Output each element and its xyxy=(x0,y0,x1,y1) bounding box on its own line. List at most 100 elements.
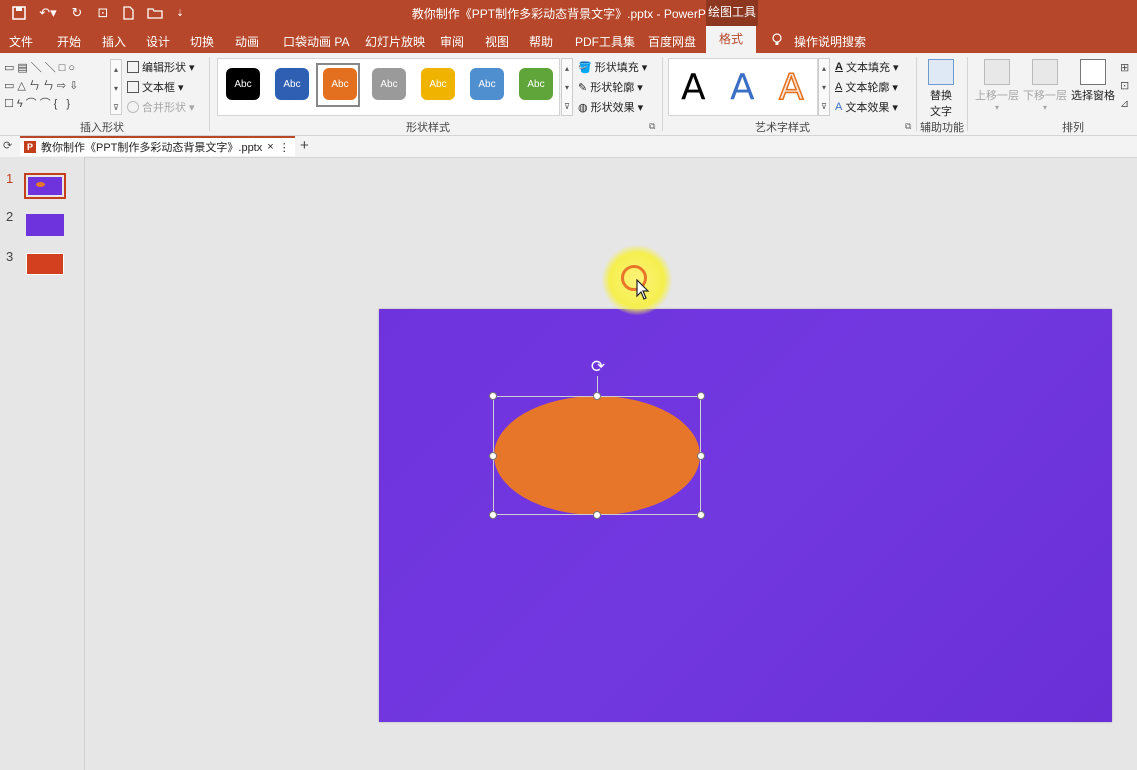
text-effects-button[interactable]: A 文本效果 ▾ xyxy=(835,99,898,115)
slide-thumbnail-2[interactable] xyxy=(26,214,64,236)
tab-view[interactable]: 视图 xyxy=(485,33,509,50)
shapes-gallery-scroll[interactable]: ▴ ▾ ⊽ xyxy=(110,59,122,115)
alt-text-button[interactable]: 替换 文字 xyxy=(924,59,958,119)
resize-handle-top[interactable] xyxy=(593,392,601,400)
ribbon-tabs: 文件 开始 插入 设计 切换 动画 口袋动画 PA 幻灯片放映 审阅 视图 帮助… xyxy=(0,26,1137,53)
shape-fill-button[interactable]: 🪣 形状填充 ▾ xyxy=(578,59,647,75)
group-label-insert-shapes: 插入形状 xyxy=(80,122,124,134)
group-label-arrange: 排列 xyxy=(1062,122,1084,134)
dropdown-arrow-icon: ▾ xyxy=(892,61,899,74)
tab-design[interactable]: 设计 xyxy=(146,33,170,50)
shapes-row-1: ▭▤＼＼□○ xyxy=(4,62,79,74)
shape-styles-gallery[interactable]: Abc Abc Abc Abc Abc Abc Abc xyxy=(217,58,560,116)
tab-baidu-netdisk[interactable]: 百度网盘 xyxy=(648,33,696,50)
dropdown-arrow-icon: ▾ xyxy=(641,61,648,74)
merge-shapes-button[interactable]: 合并形状 ▾ xyxy=(127,99,195,115)
group-label-shape-styles: 形状样式 xyxy=(406,122,450,134)
text-box-button[interactable]: 文本框 ▾ xyxy=(127,79,184,95)
wordart-scroll[interactable]: ▴ ▾ ⊽ xyxy=(818,58,830,116)
tab-file[interactable]: 文件 xyxy=(9,33,33,50)
tab-transitions[interactable]: 切换 xyxy=(190,33,214,50)
text-fill-button[interactable]: A 文本填充 ▾ xyxy=(835,59,898,75)
resize-handle-left[interactable] xyxy=(489,452,497,460)
document-tab[interactable]: P 教你制作《PPT制作多彩动态背景文字》.pptx × ⋮ xyxy=(20,136,295,156)
tab-insert[interactable]: 插入 xyxy=(102,33,126,50)
shapes-row-2: ▭△ㄣㄣ⇨⇩ xyxy=(4,80,82,92)
dropdown-arrow-icon: ▾ xyxy=(892,81,898,94)
resize-handle-right[interactable] xyxy=(697,452,705,460)
text-effects-label: 文本效果 xyxy=(845,102,890,114)
text-box-icon xyxy=(127,81,139,93)
wordart-gallery[interactable]: A A A xyxy=(668,58,818,116)
group-separator xyxy=(209,57,210,131)
resize-handle-top-left[interactable] xyxy=(489,392,497,400)
thumbnail-ellipse xyxy=(36,182,45,187)
text-effects-icon: A xyxy=(835,101,843,113)
bring-forward-label: 上移一层 xyxy=(975,90,1019,102)
document-tab-strip: ⟳ P 教你制作《PPT制作多彩动态背景文字》.pptx × ⋮ + xyxy=(0,136,1137,158)
style-swatch[interactable]: Abc xyxy=(519,68,553,100)
slide-thumbnail-1[interactable] xyxy=(24,173,66,199)
edit-shape-label: 编辑形状 xyxy=(142,62,186,74)
group-label-wordart-styles: 艺术字样式 xyxy=(755,122,810,134)
edit-shape-button[interactable]: 编辑形状 ▾ xyxy=(127,59,195,75)
shape-outline-label: 形状轮廓 xyxy=(590,82,635,94)
tab-review[interactable]: 审阅 xyxy=(440,33,464,50)
alt-text-icon xyxy=(928,59,954,85)
close-tab-icon[interactable]: × xyxy=(267,141,273,153)
slide-thumbnails-pane: 1 2 3 xyxy=(0,157,85,770)
tell-me-search[interactable]: 操作说明搜索 xyxy=(794,33,866,50)
dropdown-arrow-icon: ▾ xyxy=(637,81,643,94)
resize-handle-bottom-left[interactable] xyxy=(489,511,497,519)
slide-thumbnail-3[interactable] xyxy=(26,253,64,275)
text-outline-button[interactable]: A 文本轮廓 ▾ xyxy=(835,79,898,95)
thumbnail-preview xyxy=(28,177,62,195)
alt-text-label-line1: 替换 xyxy=(930,90,952,102)
new-tab-icon[interactable]: + xyxy=(300,137,309,154)
tab-slideshow[interactable]: 幻灯片放映 xyxy=(365,33,425,50)
paint-bucket-icon: 🪣 xyxy=(578,61,592,74)
text-outline-icon: A xyxy=(835,81,843,93)
edit-shape-icon xyxy=(127,61,139,73)
text-fill-icon: A xyxy=(835,61,843,73)
pen-icon: ✎ xyxy=(578,81,588,94)
shape-effects-button[interactable]: ◍ 形状效果 ▾ xyxy=(578,99,643,115)
tell-me-icon[interactable] xyxy=(772,33,782,49)
align-rotate-icons[interactable]: ⊞ ⊡ ⊿ xyxy=(1120,59,1129,113)
tab-list-icon[interactable]: ⟳ xyxy=(3,139,12,152)
tab-home[interactable]: 开始 xyxy=(57,33,81,50)
style-swatch[interactable]: Abc xyxy=(275,68,309,100)
dialog-launcher-icon[interactable]: ⧉ xyxy=(649,121,655,132)
context-tab-drawing-tools: 绘图工具 xyxy=(706,0,758,26)
bring-forward-button[interactable]: 上移一层 ▾ xyxy=(974,59,1020,112)
style-swatch[interactable]: Abc xyxy=(226,68,260,100)
resize-handle-top-right[interactable] xyxy=(697,392,705,400)
selection-pane-button[interactable]: 选择窗格 xyxy=(1070,59,1116,103)
style-swatch[interactable]: Abc xyxy=(470,68,504,100)
dialog-launcher-icon[interactable]: ⧉ xyxy=(905,121,911,132)
tab-pdf-tools[interactable]: PDF工具集 xyxy=(575,33,635,50)
selection-pane-icon xyxy=(1080,59,1106,85)
tab-format[interactable]: 格式 xyxy=(706,26,757,53)
text-outline-label: 文本轮廓 xyxy=(845,82,890,94)
tab-animations[interactable]: 动画 xyxy=(235,33,259,50)
wordart-sample[interactable]: A xyxy=(730,67,755,108)
dropdown-arrow-icon: ▾ xyxy=(892,101,898,114)
wordart-sample[interactable]: A xyxy=(778,66,804,109)
style-swatch[interactable]: Abc xyxy=(372,68,406,100)
style-swatch[interactable]: Abc xyxy=(421,68,455,100)
shapes-gallery[interactable]: ▭▤＼＼□○ ▭△ㄣㄣ⇨⇩ ☐ϟ⌒⌒{ } xyxy=(4,59,108,113)
rotate-handle-icon[interactable]: ⟳ xyxy=(588,357,608,377)
shape-outline-button[interactable]: ✎ 形状轮廓 ▾ xyxy=(578,79,643,95)
resize-handle-bottom-right[interactable] xyxy=(697,511,705,519)
tab-help[interactable]: 帮助 xyxy=(529,33,553,50)
resize-handle-bottom[interactable] xyxy=(593,511,601,519)
tab-more-icon[interactable]: ⋮ xyxy=(279,141,290,154)
send-backward-button[interactable]: 下移一层 ▾ xyxy=(1022,59,1068,112)
wordart-sample[interactable]: A xyxy=(681,67,706,108)
effects-icon: ◍ xyxy=(578,101,588,114)
tab-pocket-animation[interactable]: 口袋动画 PA xyxy=(283,33,349,50)
shape-styles-scroll[interactable]: ▴ ▾ ⊽ xyxy=(561,58,573,116)
style-swatch[interactable]: Abc xyxy=(323,68,357,100)
shapes-row-3: ☐ϟ⌒⌒{ } xyxy=(4,98,74,110)
